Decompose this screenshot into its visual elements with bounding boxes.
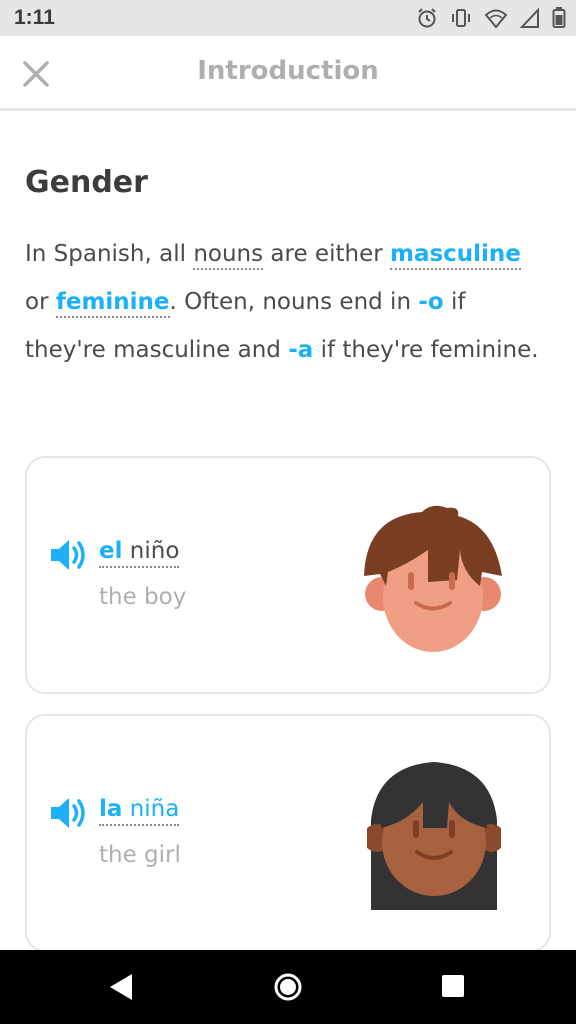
play-audio-button[interactable] [49,795,89,831]
article: el [99,538,123,564]
girl-avatar [367,762,501,910]
status-bar: 1:11 [0,0,576,36]
noun: niña [122,796,180,822]
alarm-icon [418,8,436,28]
translation: the boy [99,584,187,610]
home-icon[interactable] [273,972,303,1002]
translation: the girl [99,842,181,868]
system-nav-bar [0,950,576,1024]
ending-a: -a [288,337,314,363]
ending-o: -o [418,289,444,315]
intro-paragraph: In Spanish, all nouns are either masculi… [25,230,551,374]
status-time: 1:11 [14,6,55,29]
spanish-word[interactable]: el niño [99,538,180,568]
para-text-2: are either [263,241,390,267]
speaker-icon [51,798,85,828]
recents-icon[interactable] [441,972,465,1000]
lesson-header: Introduction [0,36,576,111]
signal-icon [520,7,539,28]
hint-word-feminine[interactable]: feminine [55,289,170,318]
noun: niño [122,538,180,564]
spanish-word[interactable]: la niña [99,796,180,826]
example-card-girl: la niña the girl [25,714,551,952]
para-text-6: if they're feminine. [313,337,539,363]
boy-avatar [364,505,502,652]
status-icons [416,7,566,29]
play-audio-button[interactable] [49,537,89,573]
para-text-3: or [25,289,56,315]
para-text-4: . Often, nouns end in [169,289,419,315]
section-heading: Gender [25,165,148,200]
wifi-icon [484,9,508,29]
para-text-1: In Spanish, all [25,241,194,267]
article: la [99,796,123,822]
hint-word-masculine[interactable]: masculine [389,241,521,270]
speaker-icon [51,540,85,570]
example-card-boy: el niño the boy [25,456,551,694]
back-icon[interactable] [108,972,134,1002]
hint-word-nouns[interactable]: nouns [193,241,264,270]
battery-icon [552,7,566,28]
vibrate-icon [452,9,470,27]
page-title: Introduction [197,56,379,86]
